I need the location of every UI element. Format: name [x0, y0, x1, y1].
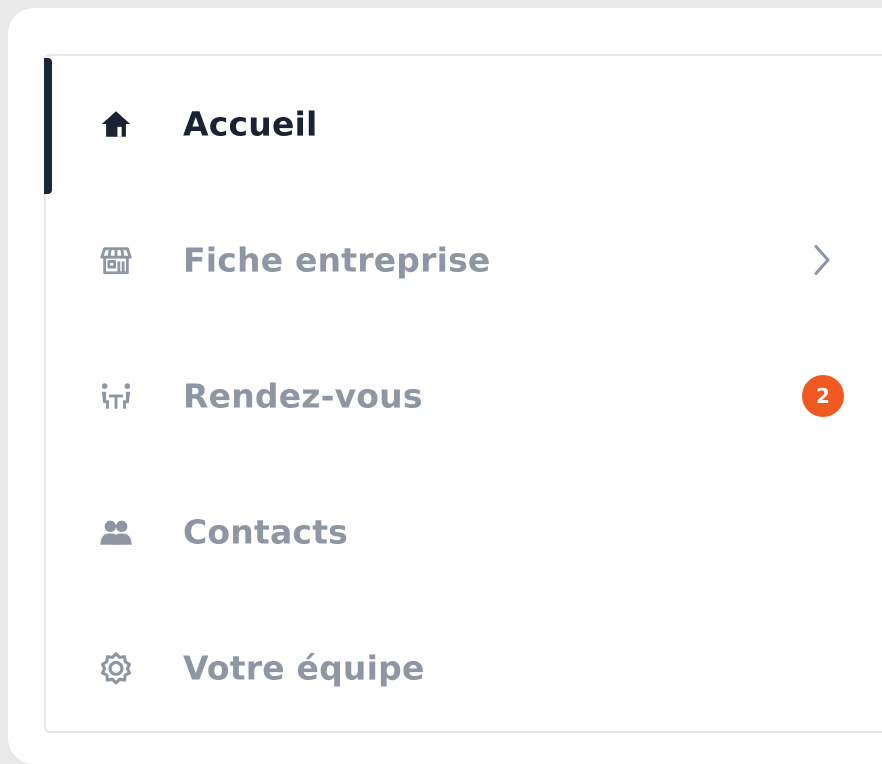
home-icon — [94, 102, 138, 146]
menu-item-label: Fiche entreprise — [183, 240, 491, 280]
menu-item-label: Contacts — [183, 512, 349, 552]
menu-item-fiche-entreprise[interactable]: Fiche entreprise — [46, 192, 882, 328]
chevron-right-icon — [814, 245, 830, 275]
menu-item-label: Rendez-vous — [183, 376, 423, 416]
app-frame: Accueil Fiche entreprise Rendez-vous 2 C… — [8, 8, 882, 764]
menu-item-label: Votre équipe — [183, 648, 425, 688]
active-indicator — [44, 58, 52, 194]
menu-item-votre-equipe[interactable]: Votre équipe — [46, 600, 882, 736]
navigation-menu: Accueil Fiche entreprise Rendez-vous 2 C… — [44, 54, 882, 733]
menu-item-label: Accueil — [183, 104, 318, 144]
menu-item-accueil[interactable]: Accueil — [44, 56, 882, 194]
meeting-icon — [94, 374, 138, 418]
gear-icon — [94, 646, 138, 690]
menu-item-contacts[interactable]: Contacts — [46, 464, 882, 600]
contacts-icon — [94, 510, 138, 554]
storefront-icon — [94, 238, 138, 282]
notification-badge: 2 — [802, 375, 844, 417]
menu-item-rendez-vous[interactable]: Rendez-vous 2 — [46, 328, 882, 464]
